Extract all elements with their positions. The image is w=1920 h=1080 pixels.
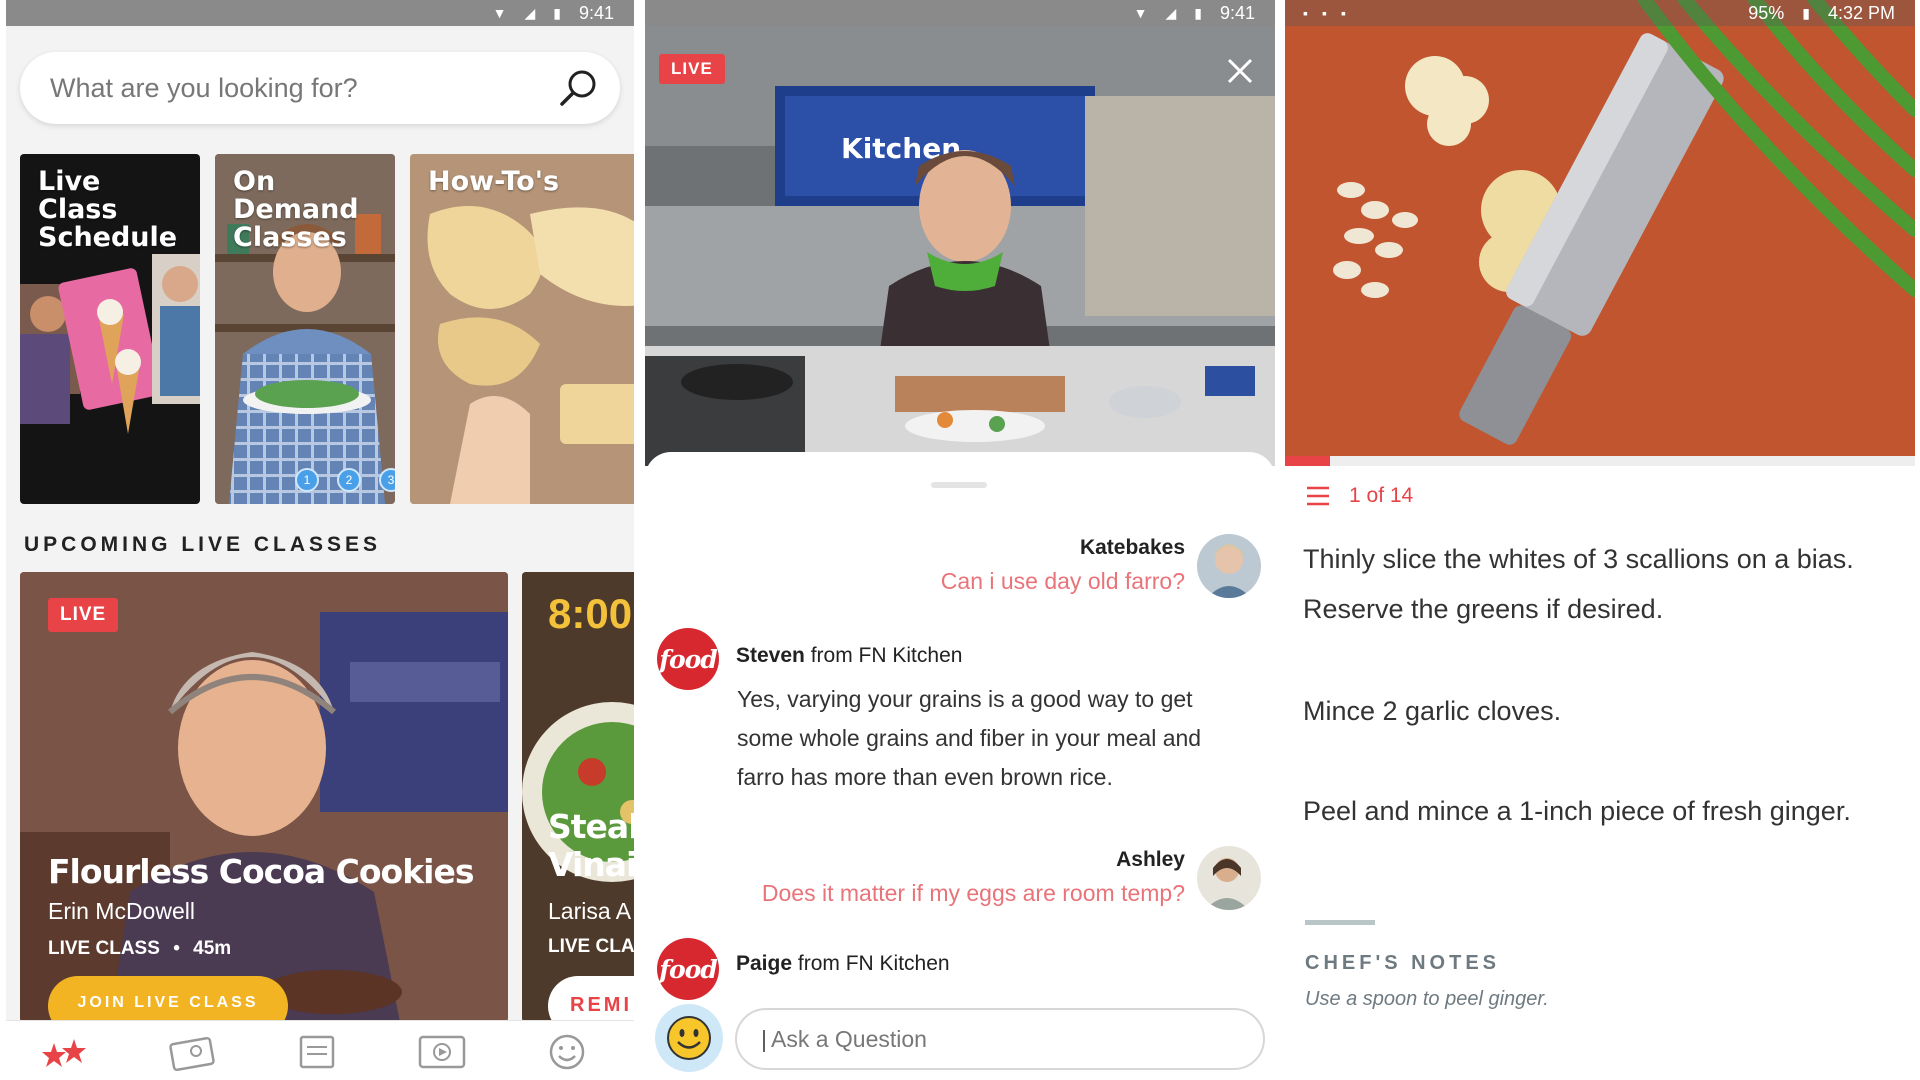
- live-class-card[interactable]: LIVE Flourless Cocoa Cookies Erin McDowe…: [20, 572, 508, 1022]
- live-class-card[interactable]: 8:00 Steak Vinaig Larisa A LIVE CLA REMI: [522, 572, 634, 1022]
- smiley-icon: [667, 1016, 711, 1060]
- chefs-notes-text: Use a spoon to peel ginger.: [1305, 988, 1549, 1010]
- video-frame: Kitchen: [645, 26, 1275, 466]
- meta-separator: •: [173, 938, 180, 959]
- live-video[interactable]: Kitchen LIVE: [645, 26, 1275, 466]
- home-screen: ▼ ◢ ▮ 9:41 What are you looking for? Liv…: [6, 0, 634, 1080]
- close-icon[interactable]: [1225, 56, 1255, 86]
- live-class-screen: Kitchen LIVE ▼ ◢ ▮ 9:41 Katebakes Can i …: [645, 0, 1275, 1080]
- message-text: Yes, varying your grains is a good way t…: [737, 686, 1202, 790]
- food-network-logo: food: [657, 938, 719, 1000]
- battery-icon: ▮: [553, 4, 561, 21]
- emoji-button[interactable]: [655, 1004, 723, 1072]
- wifi-icon: ▼: [492, 5, 507, 21]
- pager-dot[interactable]: 3: [379, 468, 395, 492]
- class-time: 8:00: [548, 590, 633, 637]
- category-card-on-demand[interactable]: On Demand Classes 1 2 3 4: [215, 154, 395, 504]
- star-icon[interactable]: [40, 1031, 92, 1073]
- category-card-live-schedule[interactable]: Live Class Schedule: [20, 154, 200, 504]
- ask-question-input[interactable]: | Ask a Question: [735, 1008, 1265, 1070]
- progress-fill: [1285, 456, 1330, 466]
- message-author: Paige from FN Kitchen: [736, 952, 950, 976]
- carousel-pager[interactable]: 1 2 3 4: [295, 468, 395, 492]
- signal-icon: ◢: [1165, 4, 1177, 21]
- status-bar: ▪ ▪ ▪ 95% ▮ 4:32 PM: [1285, 0, 1915, 26]
- instruction-text: Mince 2 garlic cloves.: [1303, 696, 1562, 726]
- instructor-name: Larisa A: [548, 898, 632, 924]
- notification-icon: ▪: [1340, 5, 1346, 21]
- class-type: LIVE CLA: [548, 936, 634, 957]
- text-cursor: |: [761, 1025, 767, 1052]
- search-input[interactable]: What are you looking for?: [50, 73, 358, 104]
- recipe-card-icon[interactable]: [291, 1031, 343, 1073]
- message-author: Katebakes: [1079, 536, 1185, 559]
- input-placeholder: Ask a Question: [770, 1025, 927, 1052]
- menu-icon[interactable]: [1305, 485, 1331, 507]
- divider: [1305, 920, 1375, 925]
- instructor-name: Erin McDowell: [48, 898, 195, 924]
- search-icon[interactable]: [556, 66, 600, 110]
- author-affiliation: from FN Kitchen: [797, 952, 950, 975]
- recipe-step-screen: ▪ ▪ ▪ 95% ▮ 4:32 PM 1 of 14 Thinly slice…: [1285, 0, 1915, 1080]
- battery-percent: 95%: [1748, 2, 1785, 23]
- notification-icon: ▪: [1303, 5, 1308, 21]
- status-bar: ▼ ◢ ▮ 9:41: [6, 0, 634, 26]
- instruction-text: Thinly slice the whites of 3 scallions o…: [1303, 544, 1854, 624]
- step-counter: 1 of 14: [1349, 484, 1414, 507]
- book-icon[interactable]: [166, 1031, 218, 1073]
- battery-icon: ▮: [1802, 4, 1810, 21]
- search-bar[interactable]: What are you looking for?: [20, 52, 620, 124]
- sheet-handle[interactable]: [931, 482, 987, 488]
- message-text: Can i use day old farro?: [940, 568, 1185, 594]
- bottom-nav: [6, 1020, 634, 1080]
- status-time: 9:41: [1219, 2, 1255, 23]
- class-title: Steak Vinaig: [548, 807, 634, 884]
- signal-icon: ◢: [524, 4, 536, 21]
- author-affiliation: from FN Kitchen: [810, 644, 963, 667]
- author-name: Paige: [736, 952, 793, 975]
- notification-icon: ▪: [1321, 5, 1327, 21]
- pager-dot[interactable]: 2: [337, 468, 361, 492]
- message-author: Steven from FN Kitchen: [736, 644, 962, 668]
- food-network-logo: food: [657, 628, 719, 690]
- step-progress-bar: [1285, 456, 1915, 466]
- category-carousel: Live Class Schedule On Demand Classes 1 …: [20, 154, 634, 504]
- avatar: [1197, 846, 1261, 910]
- section-title: UPCOMING LIVE CLASSES: [24, 533, 382, 556]
- class-title: Flourless Cocoa Cookies: [48, 852, 474, 891]
- class-meta: LIVE CLASS • 45m: [48, 938, 231, 960]
- status-time: 4:32 PM: [1827, 2, 1895, 23]
- chat-sheet: Katebakes Can i use day old farro? food …: [645, 452, 1275, 1080]
- category-title: Live Class Schedule: [38, 166, 178, 253]
- battery-icon: ▮: [1194, 4, 1202, 21]
- wifi-icon: ▼: [1133, 5, 1148, 21]
- live-badge: LIVE: [659, 54, 725, 84]
- class-type: LIVE CLASS: [48, 938, 160, 959]
- author-name: Steven: [736, 644, 805, 667]
- face-icon[interactable]: [541, 1031, 593, 1073]
- status-bar: ▼ ◢ ▮ 9:41: [645, 0, 1275, 26]
- chefs-notes-title: CHEF'S NOTES: [1305, 952, 1500, 974]
- message-text: Does it matter if my eggs are room temp?: [761, 880, 1185, 906]
- pager-dot[interactable]: 1: [295, 468, 319, 492]
- live-badge: LIVE: [48, 598, 119, 632]
- instruction-text: Peel and mince a 1-inch piece of fresh g…: [1303, 796, 1851, 826]
- video-icon[interactable]: [416, 1031, 468, 1073]
- category-card-how-tos[interactable]: How-To's: [410, 154, 634, 504]
- avatar: [1197, 534, 1261, 598]
- category-title: On Demand Classes: [233, 166, 359, 253]
- step-photo: [1285, 0, 1915, 456]
- message-author: Ashley: [1116, 848, 1185, 871]
- category-image: [410, 154, 634, 504]
- join-live-class-button[interactable]: JOIN LIVE CLASS: [48, 976, 288, 1022]
- status-time: 9:41: [578, 2, 614, 23]
- remind-me-button[interactable]: REMI: [548, 976, 634, 1022]
- step-indicator: 1 of 14: [1305, 484, 1413, 508]
- class-duration: 45m: [193, 938, 232, 959]
- category-title: How-To's: [428, 166, 560, 197]
- step-image: [1285, 0, 1915, 456]
